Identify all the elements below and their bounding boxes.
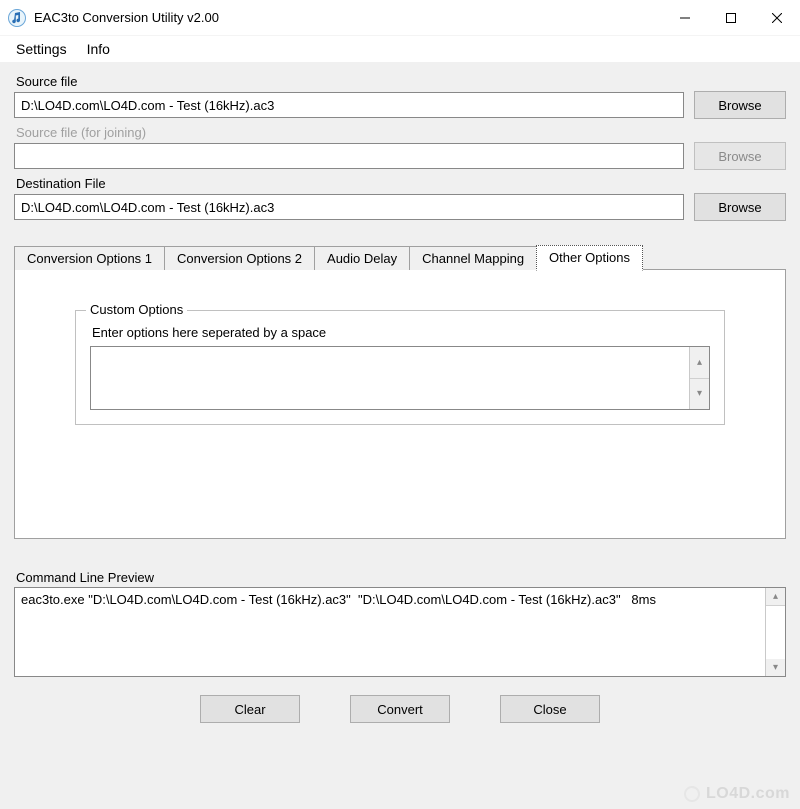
source-file-block: Source file Browse (14, 72, 786, 119)
tab-channel-mapping[interactable]: Channel Mapping (409, 246, 537, 270)
destination-file-input[interactable] (14, 194, 684, 220)
source-join-label: Source file (for joining) (16, 125, 786, 140)
source-browse-button[interactable]: Browse (694, 91, 786, 119)
destination-browse-button[interactable]: Browse (694, 193, 786, 221)
client-area: Source file Browse Source file (for join… (0, 62, 800, 809)
custom-options-group: Custom Options Enter options here sepera… (75, 310, 725, 425)
scroll-up-icon[interactable]: ▴ (766, 588, 785, 606)
scroll-up-icon[interactable]: ▴ (690, 347, 709, 379)
tab-conversion-options-2[interactable]: Conversion Options 2 (164, 246, 315, 270)
custom-options-scroll: ▴ ▾ (689, 347, 709, 409)
tab-strip: Conversion Options 1 Conversion Options … (14, 245, 786, 270)
custom-options-legend: Custom Options (86, 302, 187, 317)
scroll-down-icon[interactable]: ▾ (690, 379, 709, 410)
custom-options-input-wrap: ▴ ▾ (90, 346, 710, 410)
tab-panel-other-options: Custom Options Enter options here sepera… (14, 269, 786, 539)
scroll-down-icon[interactable]: ▾ (766, 659, 785, 676)
destination-file-label: Destination File (16, 176, 786, 191)
convert-button[interactable]: Convert (350, 695, 450, 723)
source-join-browse-button: Browse (694, 142, 786, 170)
menu-bar: Settings Info (0, 36, 800, 62)
tab-other-options[interactable]: Other Options (536, 245, 643, 271)
command-preview-block: Command Line Preview eac3to.exe "D:\LO4D… (14, 568, 786, 677)
menu-info[interactable]: Info (77, 39, 120, 59)
command-preview-wrap: eac3to.exe "D:\LO4D.com\LO4D.com - Test … (14, 587, 786, 677)
title-bar: EAC3to Conversion Utility v2.00 (0, 0, 800, 36)
window-title: EAC3to Conversion Utility v2.00 (34, 10, 219, 25)
clear-button[interactable]: Clear (200, 695, 300, 723)
source-file-label: Source file (16, 74, 786, 89)
command-preview-scroll: ▴ ▾ (765, 588, 785, 676)
maximize-button[interactable] (708, 3, 754, 33)
close-button[interactable]: Close (500, 695, 600, 723)
minimize-button[interactable] (662, 3, 708, 33)
destination-file-block: Destination File Browse (14, 174, 786, 221)
source-file-input[interactable] (14, 92, 684, 118)
tab-conversion-options-1[interactable]: Conversion Options 1 (14, 246, 165, 270)
source-join-block: Source file (for joining) Browse (14, 123, 786, 170)
close-window-button[interactable] (754, 3, 800, 33)
scroll-track (766, 606, 785, 658)
app-icon (8, 9, 26, 27)
command-preview-label: Command Line Preview (16, 570, 786, 585)
bottom-button-row: Clear Convert Close (14, 695, 786, 723)
tabs: Conversion Options 1 Conversion Options … (14, 245, 786, 540)
tab-audio-delay[interactable]: Audio Delay (314, 246, 410, 270)
command-preview-text[interactable]: eac3to.exe "D:\LO4D.com\LO4D.com - Test … (15, 588, 765, 676)
source-join-input[interactable] (14, 143, 684, 169)
menu-settings[interactable]: Settings (6, 39, 77, 59)
custom-options-hint: Enter options here seperated by a space (92, 325, 708, 340)
custom-options-input[interactable] (91, 347, 689, 409)
